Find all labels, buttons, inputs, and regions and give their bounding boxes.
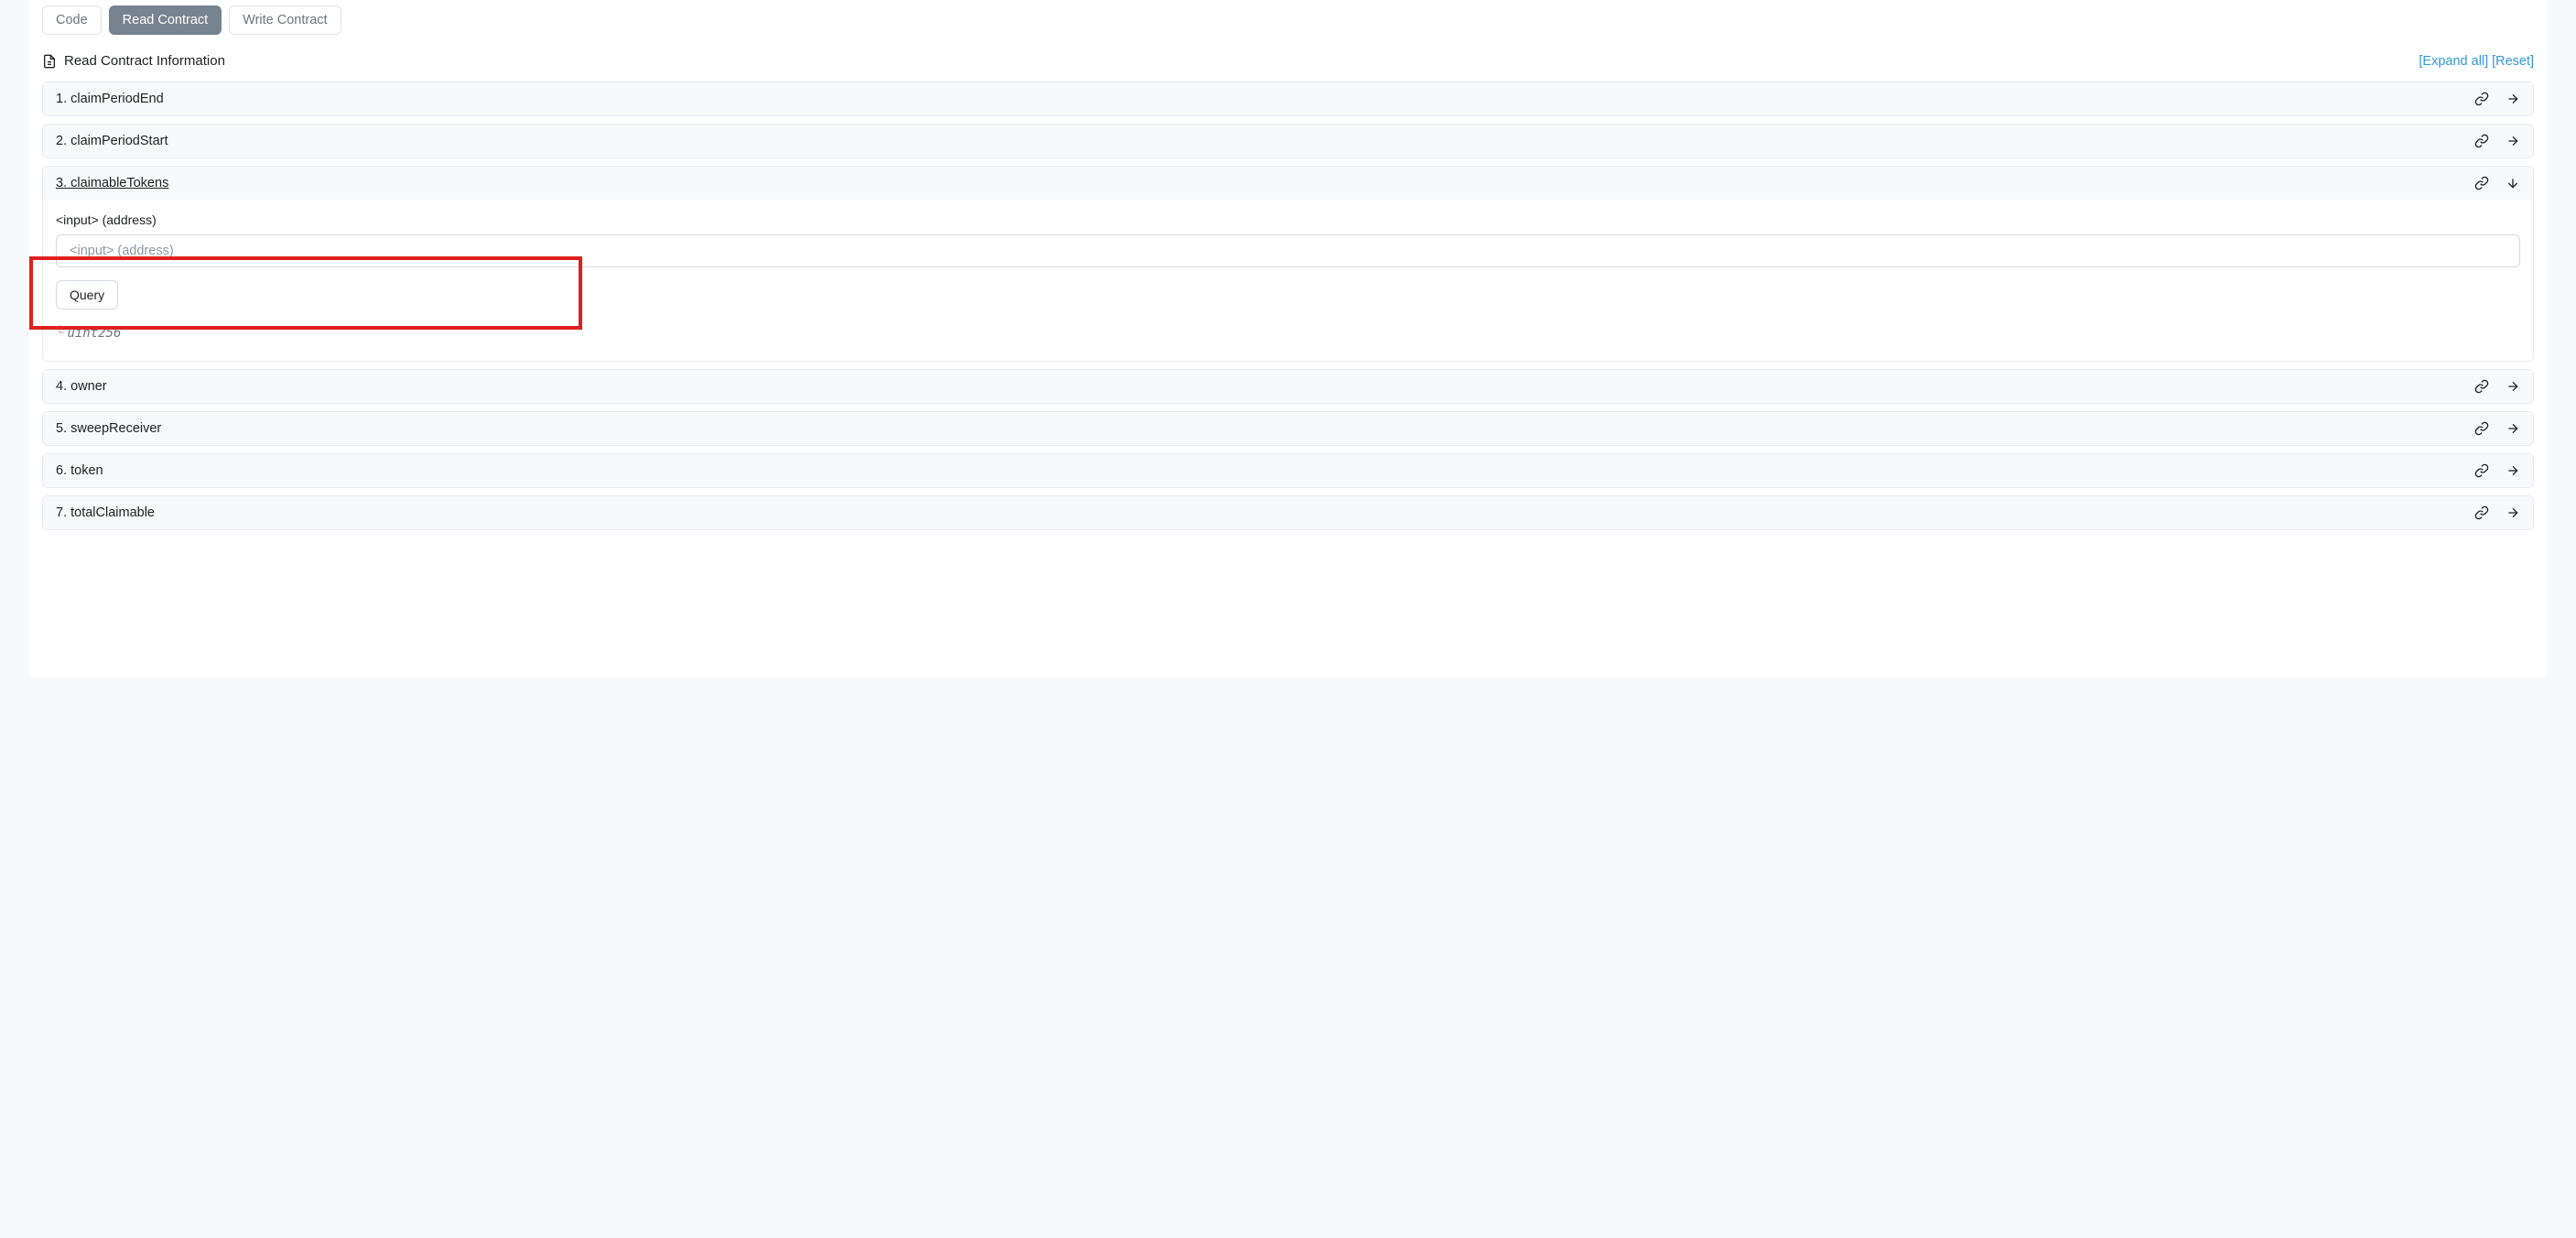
- function-header-owner[interactable]: 4. owner: [43, 370, 2533, 403]
- function-header-claimPeriodStart[interactable]: 2. claimPeriodStart: [43, 125, 2533, 157]
- link-icon[interactable]: [2474, 176, 2489, 190]
- return-type-row: └ uint256: [56, 326, 2520, 341]
- section-actions: [Expand all] [Reset]: [2419, 53, 2534, 69]
- corner-icon: └: [56, 326, 63, 341]
- function-card: 6. token: [42, 453, 2534, 488]
- function-header-sweepReceiver[interactable]: 5. sweepReceiver: [43, 412, 2533, 445]
- return-type: uint256: [67, 326, 121, 341]
- arrow-right-icon[interactable]: [2506, 421, 2520, 436]
- function-title: 2. claimPeriodStart: [56, 134, 168, 148]
- function-header-icons: [2474, 505, 2520, 520]
- contract-tabs: Code Read Contract Write Contract: [42, 0, 2534, 53]
- contract-panel: Code Read Contract Write Contract Read C…: [29, 0, 2547, 678]
- function-title: 3. claimableTokens: [56, 176, 168, 190]
- function-title: 4. owner: [56, 379, 107, 394]
- reset-link[interactable]: [Reset]: [2492, 54, 2534, 69]
- function-header-claimableTokens[interactable]: 3. claimableTokens: [43, 167, 2533, 200]
- function-title: 6. token: [56, 463, 103, 478]
- function-header-claimPeriodEnd[interactable]: 1. claimPeriodEnd: [43, 82, 2533, 115]
- function-header-icons: [2474, 92, 2520, 106]
- function-header-icons: [2474, 463, 2520, 478]
- function-header-token[interactable]: 6. token: [43, 454, 2533, 487]
- function-title: 5. sweepReceiver: [56, 421, 161, 436]
- arrow-down-icon[interactable]: [2506, 176, 2520, 190]
- document-icon: [42, 54, 57, 69]
- arrow-right-icon[interactable]: [2506, 92, 2520, 106]
- link-icon[interactable]: [2474, 92, 2489, 106]
- function-card: 1. claimPeriodEnd: [42, 81, 2534, 116]
- arrow-right-icon[interactable]: [2506, 134, 2520, 148]
- section-title: Read Contract Information: [64, 53, 225, 69]
- arrow-right-icon[interactable]: [2506, 379, 2520, 394]
- function-body: <input> (address) Query └ uint256: [43, 200, 2533, 361]
- function-title: 7. totalClaimable: [56, 505, 155, 520]
- link-icon[interactable]: [2474, 505, 2489, 520]
- arrow-right-icon[interactable]: [2506, 505, 2520, 520]
- arrow-right-icon[interactable]: [2506, 463, 2520, 478]
- function-card: 7. totalClaimable: [42, 495, 2534, 530]
- link-icon[interactable]: [2474, 463, 2489, 478]
- input-label: <input> (address): [56, 212, 2520, 227]
- function-card: 4. owner: [42, 369, 2534, 404]
- link-icon[interactable]: [2474, 134, 2489, 148]
- function-card: 2. claimPeriodStart: [42, 124, 2534, 158]
- function-header-icons: [2474, 421, 2520, 436]
- section-header: Read Contract Information [Expand all] […: [42, 53, 2534, 69]
- function-header-icons: [2474, 379, 2520, 394]
- function-list: 1. claimPeriodEnd 2. claimPeriodStart 3. c…: [42, 81, 2534, 530]
- function-title: 1. claimPeriodEnd: [56, 92, 164, 106]
- function-header-icons: [2474, 176, 2520, 190]
- expand-all-link[interactable]: [Expand all]: [2419, 54, 2488, 69]
- link-icon[interactable]: [2474, 379, 2489, 394]
- tab-write-contract[interactable]: Write Contract: [229, 5, 341, 35]
- query-button[interactable]: Query: [56, 280, 118, 310]
- address-input[interactable]: [56, 234, 2520, 267]
- function-card: 3. claimableTokens <input> (address) Query…: [42, 166, 2534, 362]
- function-header-totalClaimable[interactable]: 7. totalClaimable: [43, 496, 2533, 529]
- link-icon[interactable]: [2474, 421, 2489, 436]
- tab-code[interactable]: Code: [42, 5, 102, 35]
- tab-read-contract[interactable]: Read Contract: [109, 5, 222, 35]
- function-card: 5. sweepReceiver: [42, 411, 2534, 446]
- function-header-icons: [2474, 134, 2520, 148]
